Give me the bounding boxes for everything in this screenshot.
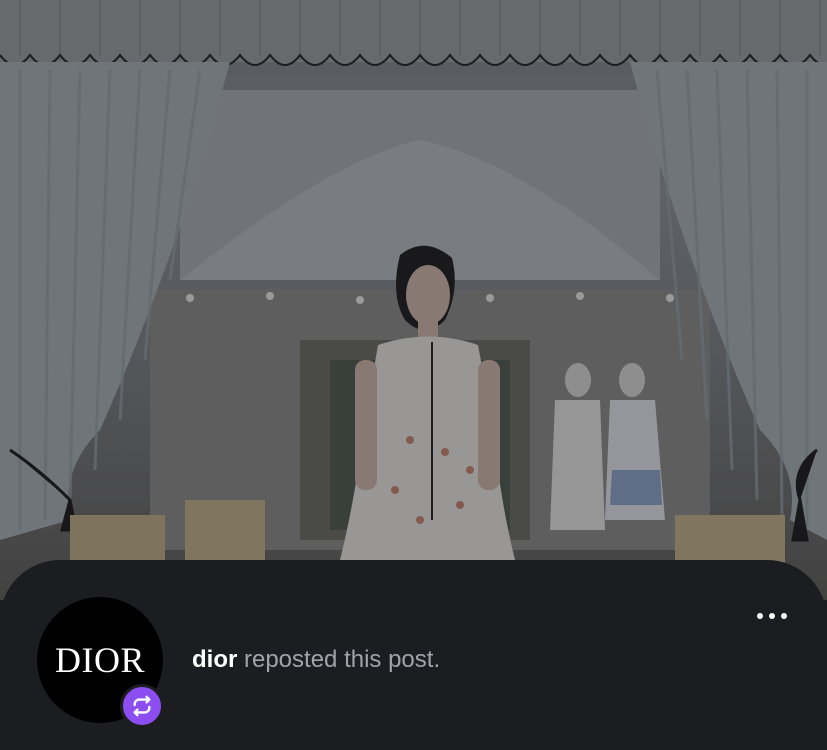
repost-icon — [120, 684, 164, 728]
repost-username[interactable]: dior — [192, 646, 237, 673]
repost-sheet: DIOR dior reposted this post. — [0, 560, 827, 750]
more-options-button[interactable] — [748, 604, 796, 628]
more-horizontal-icon — [781, 613, 787, 619]
repost-caption: dior reposted this post. — [192, 646, 440, 674]
post-view: DIOR dior reposted this post. — [0, 0, 827, 750]
image-dim-overlay — [0, 0, 827, 600]
repost-action-text: reposted this post. — [237, 646, 441, 673]
post-image[interactable] — [0, 0, 827, 600]
avatar-logo-text: DIOR — [55, 640, 145, 680]
more-horizontal-icon — [769, 613, 775, 619]
more-horizontal-icon — [757, 613, 763, 619]
